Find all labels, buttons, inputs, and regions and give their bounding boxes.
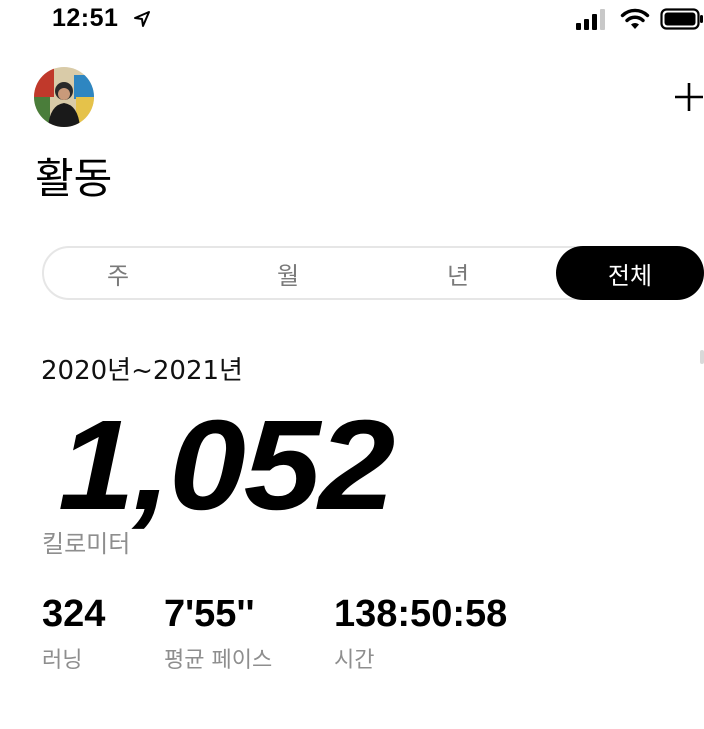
battery-icon [660, 8, 703, 30]
location-arrow-icon [134, 11, 150, 27]
page-title: 활동 [35, 154, 113, 203]
stat-runs-label: 러닝 [42, 647, 83, 673]
segment-month[interactable]: 월 [214, 246, 362, 300]
wifi-icon [620, 8, 650, 29]
stat-pace-value: 7'55'' [164, 593, 255, 635]
stat-pace-label: 평균 페이스 [164, 647, 273, 673]
date-range: 2020년~2021년 [41, 356, 243, 386]
cellular-signal-icon [576, 9, 605, 30]
segment-year[interactable]: 년 [384, 246, 532, 300]
scroll-indicator [700, 350, 704, 364]
total-distance-value: 1,052 [58, 394, 395, 537]
stat-pace: 7'55'' 평균 페이스 [164, 593, 273, 674]
profile-avatar[interactable] [34, 67, 94, 127]
segment-week[interactable]: 주 [44, 246, 192, 300]
add-button[interactable] [672, 80, 704, 114]
stat-time: 138:50:58 시간 [334, 593, 508, 674]
stat-runs-value: 324 [42, 593, 106, 635]
stat-time-value: 138:50:58 [334, 593, 508, 635]
segment-all[interactable]: 전체 [556, 246, 704, 300]
stat-runs: 324 러닝 [42, 593, 106, 674]
stat-time-label: 시간 [334, 647, 375, 673]
status-time: 12:51 [52, 4, 119, 32]
period-segmented-control: 주 월 년 전체 [42, 246, 704, 300]
status-bar: 12:51 [0, 0, 704, 40]
distance-unit-label: 킬로미터 [42, 530, 131, 558]
profile-photo-icon [34, 67, 94, 127]
